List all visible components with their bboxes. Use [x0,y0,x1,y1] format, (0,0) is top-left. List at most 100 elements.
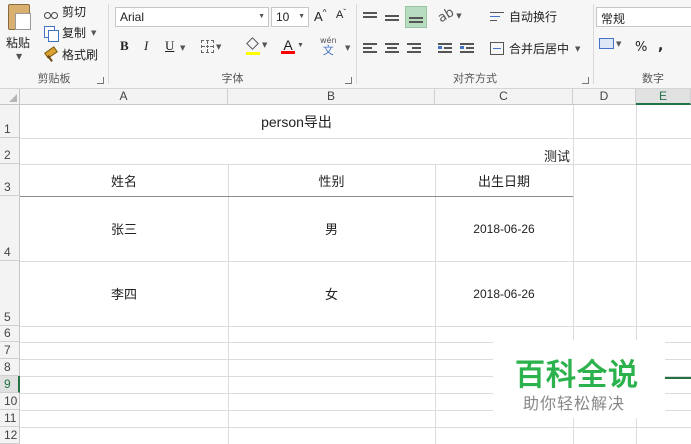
shrink-font-button[interactable]: Aˇ [336,8,346,22]
row-header-3[interactable]: 3 [0,164,20,196]
sheet-title-cell[interactable]: person导出 [20,105,573,138]
data-cell-birthdate[interactable]: 2018-06-26 [435,196,573,261]
row-header-4[interactable]: 4 [0,196,20,261]
bold-button[interactable]: B [120,38,129,54]
percent-button[interactable]: % [635,40,647,55]
comma-button[interactable]: , [658,38,663,54]
dialog-launcher-icon[interactable] [345,77,352,84]
group-label-font: 字体 [221,72,244,85]
chevron-down-icon: ▼ [575,44,581,53]
header-cell-gender[interactable]: 性别 [228,164,435,196]
align-middle-button[interactable] [385,8,403,26]
underline-button[interactable]: U [165,38,174,54]
select-all-corner[interactable] [0,89,20,105]
merge-center-label: 合并后居中 [509,42,570,56]
phonetic-bottom-text: 文 [322,44,334,57]
increase-indent-button[interactable] [460,40,478,56]
data-cell-name[interactable]: 李四 [20,261,228,326]
font-name-value: Arial [120,10,145,24]
copy-label: 复制 [62,26,87,40]
row-header-1[interactable]: 1 [0,105,20,138]
align-left-icon [363,42,377,54]
copy-icon [44,25,59,42]
watermark: 百科全说 助你轻松解决 [493,340,665,418]
brush-icon [44,48,58,62]
dialog-launcher-icon[interactable] [97,77,104,84]
chevron-down-icon[interactable]: ▼ [345,44,350,52]
paint-bucket-icon [246,37,260,55]
data-cell-gender[interactable]: 男 [228,196,435,261]
number-format-value: 常规 [601,12,626,26]
format-painter-label: 格式刷 [62,48,99,62]
paste-button[interactable]: 粘贴 [6,34,30,51]
cut-button[interactable]: 剪切 [44,3,86,20]
align-center-button[interactable] [385,40,403,56]
number-format-select[interactable]: 常规 [596,7,691,27]
row-header-5[interactable]: 5 [0,261,20,326]
column-header-b[interactable]: B [228,89,435,105]
font-size-value: 10 [276,10,290,24]
data-cell-birthdate[interactable]: 2018-06-26 [435,261,573,326]
grid-line [20,427,691,428]
fill-color-swatch [246,52,260,55]
align-left-button[interactable] [363,40,381,56]
column-header-e[interactable]: E [636,89,691,105]
row-header-6[interactable]: 6 [0,326,20,342]
row-header-9[interactable]: 9 [0,376,20,393]
decrease-indent-button[interactable] [438,40,456,56]
align-right-button[interactable] [407,40,425,56]
borders-button[interactable]: ▼ [201,40,221,53]
header-cell-name[interactable]: 姓名 [20,164,228,196]
align-top-button[interactable] [363,8,381,26]
align-bottom-button[interactable] [405,6,427,28]
grid-line [20,326,691,327]
fill-color-button[interactable]: ▼ [246,37,268,55]
wrap-text-button[interactable]: 自动换行 [490,8,557,25]
row-header-2[interactable]: 2 [0,138,20,164]
chevron-down-icon: ▼ [258,13,265,20]
column-header-c[interactable]: C [435,89,573,105]
row-header-8[interactable]: 8 [0,359,20,376]
data-cell-name[interactable]: 张三 [20,196,228,261]
row-header-10[interactable]: 10 [0,393,20,410]
align-right-icon [407,42,421,54]
group-label-alignment: 对齐方式 [453,72,497,85]
row-header-7[interactable]: 7 [0,342,20,359]
font-size-select[interactable]: 10 ▼ [271,7,309,27]
wrap-text-label: 自动换行 [509,10,558,24]
watermark-title: 百科全说 [515,358,639,393]
copy-button[interactable]: 复制 ▼ [44,24,96,42]
merge-cells-icon [490,42,504,55]
font-name-select[interactable]: Arial ▼ [115,7,269,27]
data-cell-gender[interactable]: 女 [228,261,435,326]
phonetic-guide-button[interactable]: wén 文 [320,36,337,56]
merge-center-button[interactable]: 合并后居中 ▼ [490,40,580,57]
accounting-format-button[interactable]: ▼ [599,38,621,49]
dialog-launcher-icon[interactable] [582,77,589,84]
chevron-down-icon[interactable]: ▼ [180,44,185,52]
orientation-button[interactable]: ab ▼ [435,5,462,26]
italic-button[interactable]: I [144,38,148,54]
chevron-down-icon[interactable]: ▼ [16,52,22,61]
row-header-12[interactable]: 12 [0,427,20,444]
header-cell-birthdate[interactable]: 出生日期 [435,164,573,196]
grow-font-glyph: A [314,9,323,24]
group-label-clipboard: 剪贴板 [37,72,71,85]
chevron-down-icon: ▼ [298,13,305,20]
grow-font-button[interactable]: A ^ [314,8,326,24]
paste-icon[interactable] [8,4,31,30]
active-cell-border [665,377,691,379]
font-color-button[interactable]: A ▼ [281,37,304,54]
column-header-a[interactable]: A [20,89,228,105]
font-color-icon: A [281,37,295,54]
row-header-11[interactable]: 11 [0,410,20,427]
border-grid-icon [201,40,214,53]
clipboard-group: 粘贴 ▼ 剪切 复制 ▼ 格式刷 剪贴板 [0,0,108,89]
align-bottom-icon [409,11,423,23]
format-painter-button[interactable]: 格式刷 [44,46,98,63]
chevron-down-icon: ▼ [262,41,268,49]
chevron-down-icon: ▼ [297,42,304,49]
chevron-down-icon: ▼ [456,11,462,20]
column-header-d[interactable]: D [573,89,636,105]
ribbon: 粘贴 ▼ 剪切 复制 ▼ 格式刷 剪贴板 字体 Arial ▼ 10 ▼ A ^ … [0,0,691,89]
